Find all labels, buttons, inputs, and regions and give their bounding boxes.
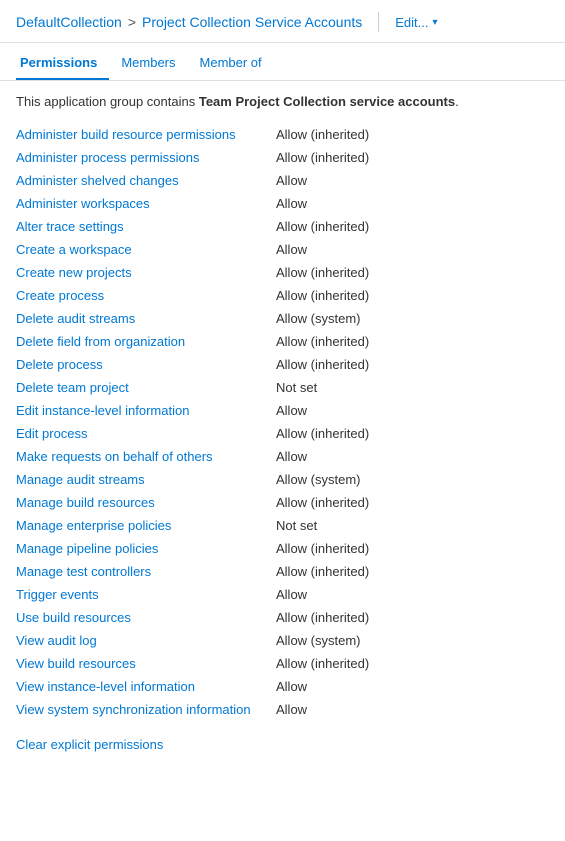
permission-row: Manage pipeline policiesAllow (inherited… [16,537,549,560]
permission-value: Allow [276,173,549,188]
breadcrumb-separator: > [128,14,136,30]
edit-button[interactable]: Edit... ▾ [395,15,437,30]
permission-row: Trigger eventsAllow [16,583,549,606]
permission-value: Allow (inherited) [276,426,549,441]
permission-value: Allow (inherited) [276,150,549,165]
permission-value: Allow (system) [276,311,549,326]
breadcrumb: DefaultCollection > Project Collection S… [16,14,362,30]
permission-name[interactable]: Administer process permissions [16,150,276,165]
permission-value: Allow [276,702,549,717]
permission-value: Allow (system) [276,472,549,487]
permission-value: Allow (inherited) [276,610,549,625]
permission-name[interactable]: Use build resources [16,610,276,625]
permission-value: Allow [276,242,549,257]
permission-value: Not set [276,518,549,533]
permission-row: Make requests on behalf of othersAllow [16,445,549,468]
permission-value: Allow [276,196,549,211]
permission-row: Use build resourcesAllow (inherited) [16,606,549,629]
permission-row: Alter trace settingsAllow (inherited) [16,215,549,238]
breadcrumb-parent[interactable]: DefaultCollection [16,14,122,30]
tab-members[interactable]: Members [117,47,187,80]
permissions-table: Administer build resource permissionsAll… [16,123,549,721]
permission-row: Manage audit streamsAllow (system) [16,468,549,491]
permission-name[interactable]: Create process [16,288,276,303]
permission-name[interactable]: View audit log [16,633,276,648]
permission-name[interactable]: Create new projects [16,265,276,280]
permission-value: Allow (inherited) [276,288,549,303]
permission-name[interactable]: Delete audit streams [16,311,276,326]
content-area: This application group contains Team Pro… [0,81,565,764]
permission-row: View system synchronization informationA… [16,698,549,721]
chevron-down-icon: ▾ [433,17,438,28]
clear-permissions-link[interactable]: Clear explicit permissions [16,737,163,752]
header-divider [378,12,379,32]
permission-name[interactable]: Edit instance-level information [16,403,276,418]
permission-row: Delete field from organizationAllow (inh… [16,330,549,353]
permission-row: Delete team projectNot set [16,376,549,399]
permission-value: Allow (system) [276,633,549,648]
permission-name[interactable]: Trigger events [16,587,276,602]
permission-value: Allow [276,449,549,464]
permission-row: Administer workspacesAllow [16,192,549,215]
permission-row: Administer process permissionsAllow (inh… [16,146,549,169]
permission-name[interactable]: Administer shelved changes [16,173,276,188]
permission-row: Create a workspaceAllow [16,238,549,261]
permission-value: Not set [276,380,549,395]
permission-value: Allow [276,679,549,694]
permission-row: Administer build resource permissionsAll… [16,123,549,146]
permission-name[interactable]: Alter trace settings [16,219,276,234]
permission-name[interactable]: Manage enterprise policies [16,518,276,533]
permission-row: Create processAllow (inherited) [16,284,549,307]
permission-value: Allow (inherited) [276,219,549,234]
permission-name[interactable]: Create a workspace [16,242,276,257]
permission-value: Allow (inherited) [276,564,549,579]
permission-row: View build resourcesAllow (inherited) [16,652,549,675]
permission-value: Allow (inherited) [276,656,549,671]
permission-name[interactable]: Manage audit streams [16,472,276,487]
permission-row: View audit logAllow (system) [16,629,549,652]
permission-row: Delete audit streamsAllow (system) [16,307,549,330]
permission-value: Allow [276,587,549,602]
permission-name[interactable]: Make requests on behalf of others [16,449,276,464]
permission-value: Allow (inherited) [276,495,549,510]
permission-name[interactable]: View instance-level information [16,679,276,694]
permission-name[interactable]: Manage test controllers [16,564,276,579]
permission-row: Edit instance-level informationAllow [16,399,549,422]
permission-value: Allow (inherited) [276,127,549,142]
permission-value: Allow (inherited) [276,541,549,556]
permission-row: Manage test controllersAllow (inherited) [16,560,549,583]
page-header: DefaultCollection > Project Collection S… [0,0,565,43]
permission-name[interactable]: Administer workspaces [16,196,276,211]
permission-value: Allow (inherited) [276,334,549,349]
permission-name[interactable]: View build resources [16,656,276,671]
permission-name[interactable]: Administer build resource permissions [16,127,276,142]
permission-value: Allow (inherited) [276,265,549,280]
permission-value: Allow (inherited) [276,357,549,372]
permission-row: Create new projectsAllow (inherited) [16,261,549,284]
description-highlight: Team Project Collection service accounts [199,94,455,109]
description-text: This application group contains Team Pro… [16,93,549,111]
permission-name[interactable]: Delete process [16,357,276,372]
tab-permissions[interactable]: Permissions [16,47,109,80]
permission-name[interactable]: Delete field from organization [16,334,276,349]
permission-row: Manage build resourcesAllow (inherited) [16,491,549,514]
permission-row: Delete processAllow (inherited) [16,353,549,376]
edit-label: Edit... [395,15,428,30]
permission-name[interactable]: Edit process [16,426,276,441]
permission-row: Edit processAllow (inherited) [16,422,549,445]
permission-row: View instance-level informationAllow [16,675,549,698]
tab-member-of[interactable]: Member of [196,47,274,80]
permission-row: Manage enterprise policiesNot set [16,514,549,537]
permission-row: Administer shelved changesAllow [16,169,549,192]
permission-name[interactable]: View system synchronization information [16,702,276,717]
permission-name[interactable]: Manage pipeline policies [16,541,276,556]
permission-value: Allow [276,403,549,418]
tabs-bar: Permissions Members Member of [0,47,565,81]
permission-name[interactable]: Manage build resources [16,495,276,510]
breadcrumb-current: Project Collection Service Accounts [142,14,362,30]
permission-name[interactable]: Delete team project [16,380,276,395]
